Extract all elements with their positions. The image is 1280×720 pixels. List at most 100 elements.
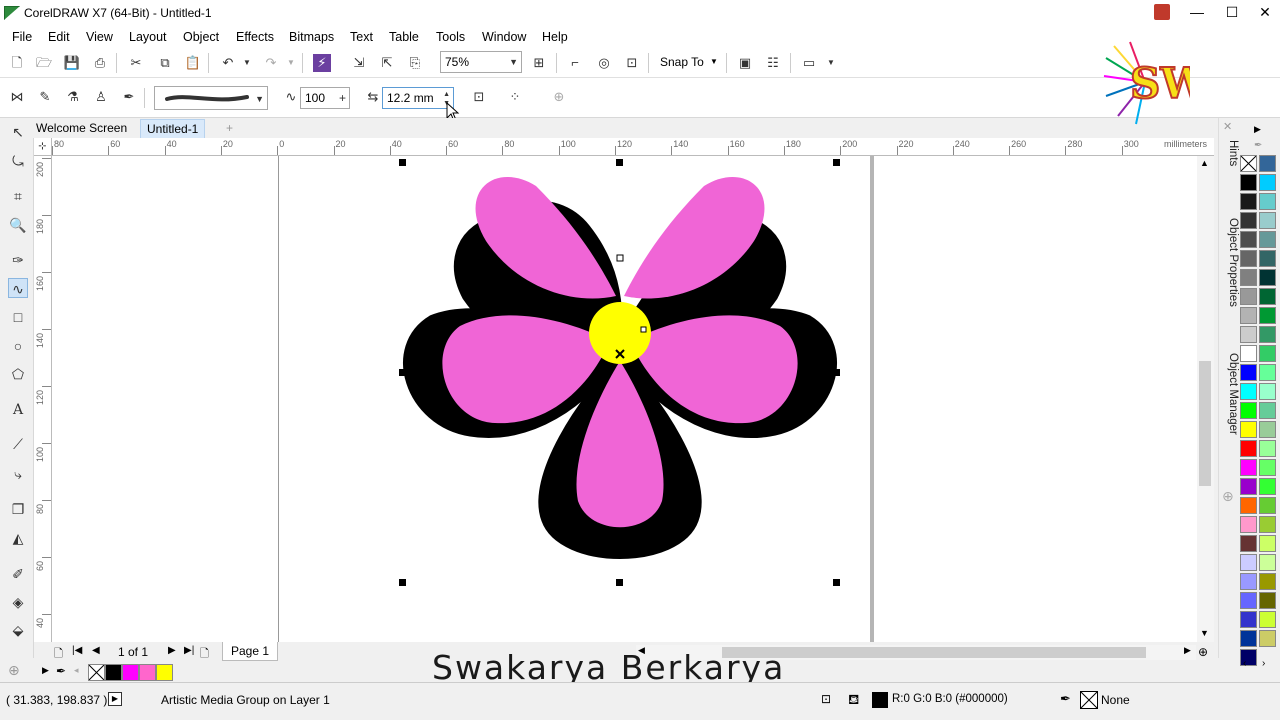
eyedropper-icon[interactable]: ✒ xyxy=(56,664,66,678)
transparency-tool-icon[interactable]: ◭ xyxy=(8,528,28,548)
palette-swatch[interactable] xyxy=(1259,193,1276,210)
selection-handle-top-right[interactable] xyxy=(833,159,840,166)
palette-swatch[interactable] xyxy=(1259,554,1276,571)
open-folder-icon[interactable]: 🗁 xyxy=(35,54,53,72)
parallel-dimension-tool-icon[interactable]: ⟋ xyxy=(8,434,28,454)
palette-swatch[interactable] xyxy=(1259,630,1276,647)
menu-table[interactable]: Table xyxy=(389,30,419,44)
palette-menu-icon[interactable]: ◂ xyxy=(74,665,79,676)
horizontal-scroll-thumb[interactable] xyxy=(722,647,1146,658)
palette-swatch[interactable] xyxy=(1259,269,1276,286)
add-docker-icon[interactable]: ⊕ xyxy=(1222,488,1234,505)
preset-mode-icon[interactable]: ⋈ xyxy=(8,88,26,106)
new-document-icon[interactable]: 🗋 xyxy=(8,54,26,72)
palette-swatch[interactable] xyxy=(1240,630,1257,647)
pressure-mode-icon[interactable]: ✒ xyxy=(120,88,138,106)
selection-handle-right[interactable] xyxy=(833,369,840,376)
swatch-yellow[interactable] xyxy=(156,664,173,681)
palette-swatch[interactable] xyxy=(1259,364,1276,381)
horizontal-ruler[interactable]: 80 60 40 20 0 20 40 60 80 100 120 140 160 180 200 220 24… xyxy=(52,138,1214,156)
palette-swatch[interactable] xyxy=(1240,269,1257,286)
palette-swatch[interactable] xyxy=(1259,440,1276,457)
vertical-scrollbar[interactable]: ▲ ▼ xyxy=(1197,156,1214,642)
palette-swatch[interactable] xyxy=(1240,288,1257,305)
crop-tool-icon[interactable]: ⌗ xyxy=(8,186,28,206)
pick-tool-icon[interactable]: ↖ xyxy=(8,122,28,142)
palette-swatch[interactable] xyxy=(1259,421,1276,438)
show-grid-icon[interactable]: ◎ xyxy=(595,54,613,72)
palette-swatch[interactable] xyxy=(1259,288,1276,305)
paste-icon[interactable]: 📋 xyxy=(184,54,202,72)
application-launcher-icon[interactable]: ☷ xyxy=(764,54,782,72)
undo-icon[interactable]: ↶ xyxy=(219,54,237,72)
flower-drawing[interactable] xyxy=(52,156,1214,642)
brush-mode-icon[interactable]: ✎ xyxy=(36,88,54,106)
navigator-zoom-icon[interactable]: ⊕ xyxy=(1198,645,1208,659)
show-rulers-icon[interactable]: ⌐ xyxy=(566,54,584,72)
selection-handle-bottom-left[interactable] xyxy=(399,579,406,586)
chevron-down-icon[interactable]: ▼ xyxy=(822,54,840,72)
swatch-black[interactable] xyxy=(105,664,122,681)
ellipse-tool-icon[interactable]: ○ xyxy=(8,336,28,356)
palette-swatch[interactable] xyxy=(1259,231,1276,248)
menu-effects[interactable]: Effects xyxy=(236,30,274,44)
next-page-icon[interactable]: ▶ xyxy=(168,645,176,656)
add-icon[interactable]: ⊕ xyxy=(550,88,568,106)
flower-group[interactable] xyxy=(403,177,837,559)
zoom-tool-icon[interactable]: 🔍 xyxy=(8,215,28,235)
menu-text[interactable]: Text xyxy=(350,30,373,44)
selection-handle-bottom-right[interactable] xyxy=(833,579,840,586)
palette-swatch[interactable] xyxy=(1259,497,1276,514)
palette-swatch[interactable] xyxy=(1240,212,1257,229)
add-tab-icon[interactable]: + xyxy=(220,119,239,138)
node-handle[interactable] xyxy=(640,326,647,333)
swatch-pink[interactable] xyxy=(139,664,156,681)
menu-tools[interactable]: Tools xyxy=(436,30,465,44)
node-handle[interactable] xyxy=(616,254,624,262)
palette-swatch[interactable] xyxy=(1259,516,1276,533)
palette-swatch[interactable] xyxy=(1240,535,1257,552)
undo-dropdown-icon[interactable]: ▼ xyxy=(238,54,256,72)
palette-swatch[interactable] xyxy=(1259,345,1276,362)
palette-swatch[interactable] xyxy=(1240,383,1257,400)
palette-swatch[interactable] xyxy=(1240,307,1257,324)
freehand-tool-icon[interactable]: ✑ xyxy=(8,250,28,270)
calligraphic-mode-icon[interactable]: ♙ xyxy=(92,88,110,106)
palette-swatch[interactable] xyxy=(1259,611,1276,628)
selection-handle-top[interactable] xyxy=(616,159,623,166)
smart-fill-tool-icon[interactable]: ⬙ xyxy=(8,620,28,640)
palette-swatch[interactable] xyxy=(1240,402,1257,419)
options-icon[interactable]: ▣ xyxy=(736,54,754,72)
tab-object-manager[interactable]: Object Manager xyxy=(1221,353,1239,435)
palette-swatch[interactable] xyxy=(1259,383,1276,400)
scroll-right-icon[interactable]: ▶ xyxy=(1184,645,1191,656)
menu-layout[interactable]: Layout xyxy=(129,30,167,44)
selection-handle-bottom[interactable] xyxy=(616,579,623,586)
selection-handle-left[interactable] xyxy=(399,369,406,376)
scroll-up-icon[interactable]: ▲ xyxy=(1200,158,1209,168)
palette-swatch[interactable] xyxy=(1259,155,1276,172)
text-tool-icon[interactable]: A xyxy=(8,400,28,420)
stroke-width-input[interactable]: 12.2 mm ▲▼ xyxy=(382,87,454,109)
cut-icon[interactable]: ✂ xyxy=(127,54,145,72)
drop-shadow-tool-icon[interactable]: ❐ xyxy=(8,499,28,519)
selection-handle-top-left[interactable] xyxy=(399,159,406,166)
menu-bitmaps[interactable]: Bitmaps xyxy=(289,30,334,44)
color-eyedropper-tool-icon[interactable]: ✐ xyxy=(8,564,28,584)
swatch-none[interactable] xyxy=(88,664,105,681)
last-page-icon[interactable]: ▶| xyxy=(184,645,194,656)
palette-swatch[interactable] xyxy=(1259,174,1276,191)
palette-swatch[interactable] xyxy=(1259,459,1276,476)
outline-none-swatch[interactable] xyxy=(1080,691,1098,709)
sprayer-mode-icon[interactable]: ⚗ xyxy=(64,88,82,106)
palette-swatch[interactable] xyxy=(1240,573,1257,590)
close-docker-icon[interactable]: ✕ xyxy=(1223,120,1232,133)
palette-scroll-icon[interactable]: ▶ xyxy=(42,665,49,676)
vertical-scroll-thumb[interactable] xyxy=(1199,361,1211,486)
palette-swatch[interactable] xyxy=(1240,421,1257,438)
palette-swatch-none[interactable] xyxy=(1240,155,1257,172)
palette-swatch[interactable] xyxy=(1259,535,1276,552)
menu-edit[interactable]: Edit xyxy=(48,30,70,44)
palette-swatch[interactable] xyxy=(1259,326,1276,343)
export-icon[interactable]: ⇱ xyxy=(378,54,396,72)
